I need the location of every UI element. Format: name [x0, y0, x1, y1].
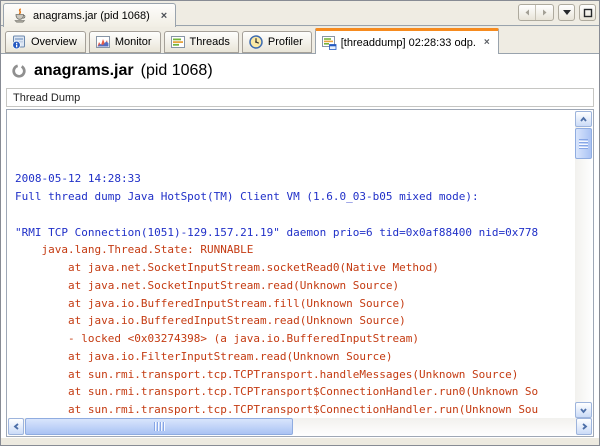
tab-threaddump[interactable]: [threaddump] 02:28:33 odp. × [315, 28, 499, 54]
scroll-right-button[interactable] [576, 418, 592, 435]
chevron-left-icon [12, 422, 21, 431]
chevron-up-icon [579, 115, 588, 124]
chevron-right-icon [580, 422, 589, 431]
thumb-grip [154, 422, 165, 431]
dump-line: at java.net.SocketInputStream.socketRead… [15, 259, 575, 277]
tab-label: Profiler [268, 36, 303, 48]
section-header-thread-dump: Thread Dump [6, 88, 594, 107]
monitor-icon [95, 34, 111, 50]
tab-label: Overview [31, 36, 77, 48]
dump-line: - locked <0x03274398> (a java.io.Buffere… [15, 330, 575, 348]
threaddump-view: anagrams.jar (pid 1068) Thread Dump 2008… [1, 54, 599, 445]
section-label: Thread Dump [13, 92, 80, 104]
dump-line: at sun.rmi.transport.tcp.TCPTransport.ha… [15, 366, 575, 384]
tab-scroll-button-group [518, 4, 554, 21]
document-tab-anagrams[interactable]: anagrams.jar (pid 1068) × [3, 3, 176, 27]
right-arrow-icon [540, 8, 549, 17]
vertical-scroll-thumb[interactable] [575, 128, 592, 159]
threaddump-icon [321, 35, 337, 51]
visualvm-window: anagrams.jar (pid 1068) × [0, 0, 600, 446]
horizontal-scrollbar[interactable] [8, 418, 592, 435]
java-cup-icon [12, 8, 28, 24]
tab-monitor[interactable]: Monitor [89, 31, 161, 53]
maximize-square-icon [583, 8, 593, 18]
page-title: anagrams.jar [34, 62, 134, 80]
dump-line: at sun.rmi.transport.tcp.TCPTransport$Co… [15, 383, 575, 401]
left-arrow-icon [523, 8, 532, 17]
dropdown-arrow-icon [562, 9, 572, 16]
chevron-down-icon [579, 406, 588, 415]
thumb-grip [579, 139, 588, 149]
scroll-left-button[interactable] [8, 418, 24, 435]
tab-label: [threaddump] 02:28:33 odp. [341, 37, 476, 49]
tab-label: Threads [190, 36, 230, 48]
dump-line: at java.io.FilterInputStream.read(Unknow… [15, 348, 575, 366]
scroll-down-button[interactable] [575, 402, 592, 418]
maximize-view-button[interactable] [579, 4, 596, 21]
page-title-pid: (pid 1068) [141, 62, 213, 80]
view-tab-bar: Overview Monitor Threads [1, 27, 599, 54]
thread-dump-text[interactable]: 2008-05-12 14:28:33Full thread dump Java… [8, 111, 575, 418]
tab-overview[interactable]: Overview [5, 31, 86, 53]
progress-ring-icon [11, 63, 27, 79]
dump-line: java.lang.Thread.State: RUNNABLE [15, 241, 575, 259]
profiler-icon [248, 34, 264, 50]
thread-dump-scrollpane: 2008-05-12 14:28:33Full thread dump Java… [6, 109, 594, 437]
tab-threads[interactable]: Threads [164, 31, 239, 53]
scroll-up-button[interactable] [575, 111, 592, 127]
dump-line: at java.io.BufferedInputStream.fill(Unkn… [15, 295, 575, 313]
horizontal-scroll-thumb[interactable] [25, 418, 293, 435]
tab-label: Monitor [115, 36, 152, 48]
window-bottom-edge [1, 438, 599, 445]
window-view-controls [518, 4, 596, 21]
tab-list-dropdown-button[interactable] [558, 4, 575, 21]
document-tab-bar: anagrams.jar (pid 1068) × [1, 1, 599, 26]
dump-line: Full thread dump Java HotSpot(TM) Client… [15, 188, 575, 206]
threads-icon [170, 34, 186, 50]
close-icon[interactable]: × [161, 11, 167, 21]
dump-line: at java.io.BufferedInputStream.read(Unkn… [15, 312, 575, 330]
scroll-tabs-right-button[interactable] [536, 5, 553, 20]
document-tab-label: anagrams.jar (pid 1068) [33, 10, 150, 22]
dump-line: at sun.rmi.transport.tcp.TCPTransport$Co… [15, 401, 575, 418]
vertical-scrollbar[interactable] [575, 111, 592, 418]
dump-line: "RMI TCP Connection(1051)-129.157.21.19"… [15, 224, 575, 242]
close-icon[interactable]: × [484, 38, 490, 48]
dump-line: 2008-05-12 14:28:33 [15, 170, 575, 188]
application-header: anagrams.jar (pid 1068) [11, 62, 213, 80]
overview-icon [11, 34, 27, 50]
tab-profiler[interactable]: Profiler [242, 31, 312, 53]
dump-line [15, 206, 575, 224]
scroll-tabs-left-button[interactable] [519, 5, 536, 20]
dump-line: at java.net.SocketInputStream.read(Unkno… [15, 277, 575, 295]
